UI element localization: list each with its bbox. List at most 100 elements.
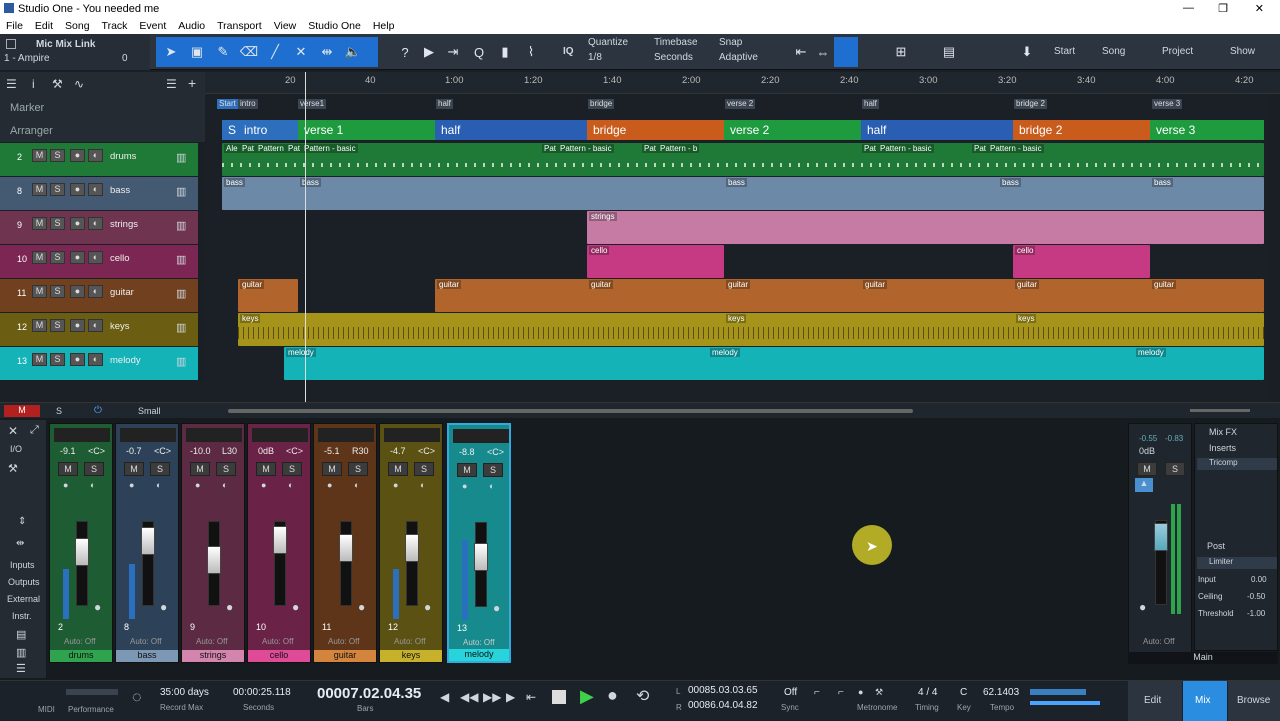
- zoom-fit-icon[interactable]: ⇔: [812, 41, 834, 63]
- mute-button[interactable]: M: [58, 462, 78, 476]
- monitor-button[interactable]: ◐: [88, 319, 103, 332]
- monitor-icon[interactable]: ◐: [288, 480, 293, 490]
- main-volume-slider[interactable]: [1030, 701, 1100, 705]
- mute-tool-icon[interactable]: ✕: [290, 41, 312, 63]
- record-icon[interactable]: ●: [462, 481, 467, 491]
- pan-slider[interactable]: [453, 429, 509, 443]
- solo-button[interactable]: S: [150, 462, 170, 476]
- volume-fader[interactable]: [141, 521, 155, 606]
- main-volume-value[interactable]: 0dB: [1139, 446, 1155, 456]
- global-mute[interactable]: M: [4, 405, 40, 417]
- track-header-guitar[interactable]: 11 M S ● ◐ guitar ▥: [0, 279, 198, 312]
- clip-cello[interactable]: cello: [587, 245, 724, 278]
- pan-knob[interactable]: ●: [292, 600, 299, 614]
- instrument-icon[interactable]: ▥: [176, 287, 186, 300]
- resize-icon[interactable]: ⇕: [18, 516, 26, 527]
- quantize-icon[interactable]: Q: [468, 41, 490, 63]
- monitor-icon[interactable]: ◐: [354, 480, 359, 490]
- rack-icon[interactable]: ▤: [16, 628, 26, 641]
- record-button[interactable]: ●: [70, 149, 85, 162]
- volume-fader[interactable]: [75, 521, 89, 606]
- solo-button[interactable]: S: [50, 251, 65, 264]
- mute-button[interactable]: M: [124, 462, 144, 476]
- wrench-icon[interactable]: ⚒: [52, 77, 63, 91]
- arranger-section[interactable]: intro: [238, 120, 298, 140]
- marker-verse3[interactable]: verse 3: [1152, 99, 1183, 109]
- metronome-toggle-icon[interactable]: ●: [858, 687, 863, 697]
- marker-start[interactable]: Start: [217, 99, 238, 109]
- channel-name[interactable]: guitar: [314, 650, 376, 662]
- power-icon[interactable]: ⏻: [94, 405, 102, 416]
- arranger-section[interactable]: verse 3: [1150, 120, 1264, 140]
- volume-value[interactable]: -5.1: [324, 446, 340, 456]
- track-header-drums[interactable]: 2 M S ● ◐ drums ▥: [0, 143, 198, 176]
- fader-knob[interactable]: [1154, 523, 1168, 551]
- edit-tab[interactable]: Edit: [1128, 681, 1182, 721]
- insert-slot[interactable]: Tricomp: [1197, 458, 1277, 470]
- main-dim-icon[interactable]: ▲: [1135, 478, 1153, 492]
- monitor-button[interactable]: ◐: [88, 285, 103, 298]
- track-header-bass[interactable]: 8 M S ● ◐ bass ▥: [0, 177, 198, 210]
- solo-button[interactable]: S: [50, 217, 65, 230]
- pan-slider[interactable]: [186, 428, 242, 442]
- monitor-button[interactable]: ◐: [88, 183, 103, 196]
- volume-value[interactable]: -0.7: [126, 446, 142, 456]
- pan-knob[interactable]: ●: [1139, 600, 1146, 614]
- volume-fader[interactable]: [273, 521, 287, 606]
- range-tool-icon[interactable]: ▣: [186, 41, 208, 63]
- mute-button[interactable]: M: [388, 462, 408, 476]
- seconds-value[interactable]: 00:00:25.118: [233, 687, 291, 698]
- quantize-select[interactable]: 1/8: [588, 52, 602, 63]
- fader-knob[interactable]: [141, 527, 155, 555]
- menu-track[interactable]: Track: [102, 20, 128, 32]
- automation-mode[interactable]: Auto: Off: [394, 637, 425, 646]
- bars-value[interactable]: 00007.02.04.35: [317, 685, 421, 702]
- param-value[interactable]: -1.00: [1247, 609, 1265, 618]
- record-button[interactable]: ●: [70, 251, 85, 264]
- outputs-toggle[interactable]: Outputs: [8, 577, 40, 587]
- project-button[interactable]: Project: [1162, 46, 1193, 57]
- record-icon[interactable]: ●: [129, 480, 134, 490]
- expand-strip-icon[interactable]: ⇹: [16, 538, 24, 549]
- monitor-button[interactable]: ◐: [88, 353, 103, 366]
- menu-event[interactable]: Event: [139, 20, 166, 32]
- solo-button[interactable]: S: [282, 462, 302, 476]
- monitor-icon[interactable]: ◐: [90, 480, 95, 490]
- follow-icon[interactable]: [834, 37, 858, 67]
- arranger-section[interactable]: S: [222, 120, 238, 140]
- instrument-icon[interactable]: ▥: [176, 321, 186, 334]
- pan-value[interactable]: <C>: [487, 447, 504, 457]
- track-name[interactable]: melody: [110, 355, 141, 366]
- arranger-section[interactable]: verse 2: [724, 120, 861, 140]
- start-button[interactable]: Start: [1054, 46, 1075, 57]
- snap-select[interactable]: Adaptive: [719, 52, 758, 63]
- volume-value[interactable]: 0dB: [258, 446, 274, 456]
- zoom-out-icon[interactable]: ⇤: [790, 41, 812, 63]
- post-slot[interactable]: Limiter: [1197, 557, 1277, 569]
- param-value[interactable]: -0.50: [1247, 592, 1265, 601]
- snap-grid-icon[interactable]: ⌇: [520, 41, 542, 63]
- automation-mode[interactable]: Auto: Off: [262, 637, 293, 646]
- instrument-icon[interactable]: ▥: [176, 253, 186, 266]
- mute-button[interactable]: M: [32, 183, 47, 196]
- export-icon[interactable]: ⬇: [1016, 41, 1038, 63]
- menu-file[interactable]: File: [6, 20, 23, 32]
- paint-tool-icon[interactable]: ╱: [264, 41, 286, 63]
- track-size-select[interactable]: Small: [138, 406, 161, 416]
- main-volume-fader[interactable]: [1154, 520, 1168, 605]
- automation-mode[interactable]: Auto: Off: [328, 637, 359, 646]
- iq-label[interactable]: IQ: [563, 46, 574, 57]
- loop-icon[interactable]: ⟲: [636, 686, 649, 706]
- marker-verse1[interactable]: verse1: [298, 99, 327, 109]
- volume-fader[interactable]: [405, 521, 419, 606]
- pan-knob[interactable]: ●: [493, 601, 500, 615]
- menu-studio-one[interactable]: Studio One: [308, 20, 361, 32]
- volume-value[interactable]: -8.8: [459, 447, 475, 457]
- clip-melody[interactable]: melody melody melody: [284, 347, 1264, 380]
- timing-value[interactable]: 4 / 4: [918, 687, 937, 698]
- global-solo[interactable]: S: [56, 406, 62, 416]
- record-icon[interactable]: ●: [195, 480, 200, 490]
- loop-start-icon[interactable]: ⇤: [526, 690, 536, 704]
- device-panel[interactable]: Mic Mix Link 1 - Ampire 0: [0, 34, 150, 70]
- pan-slider[interactable]: [252, 428, 308, 442]
